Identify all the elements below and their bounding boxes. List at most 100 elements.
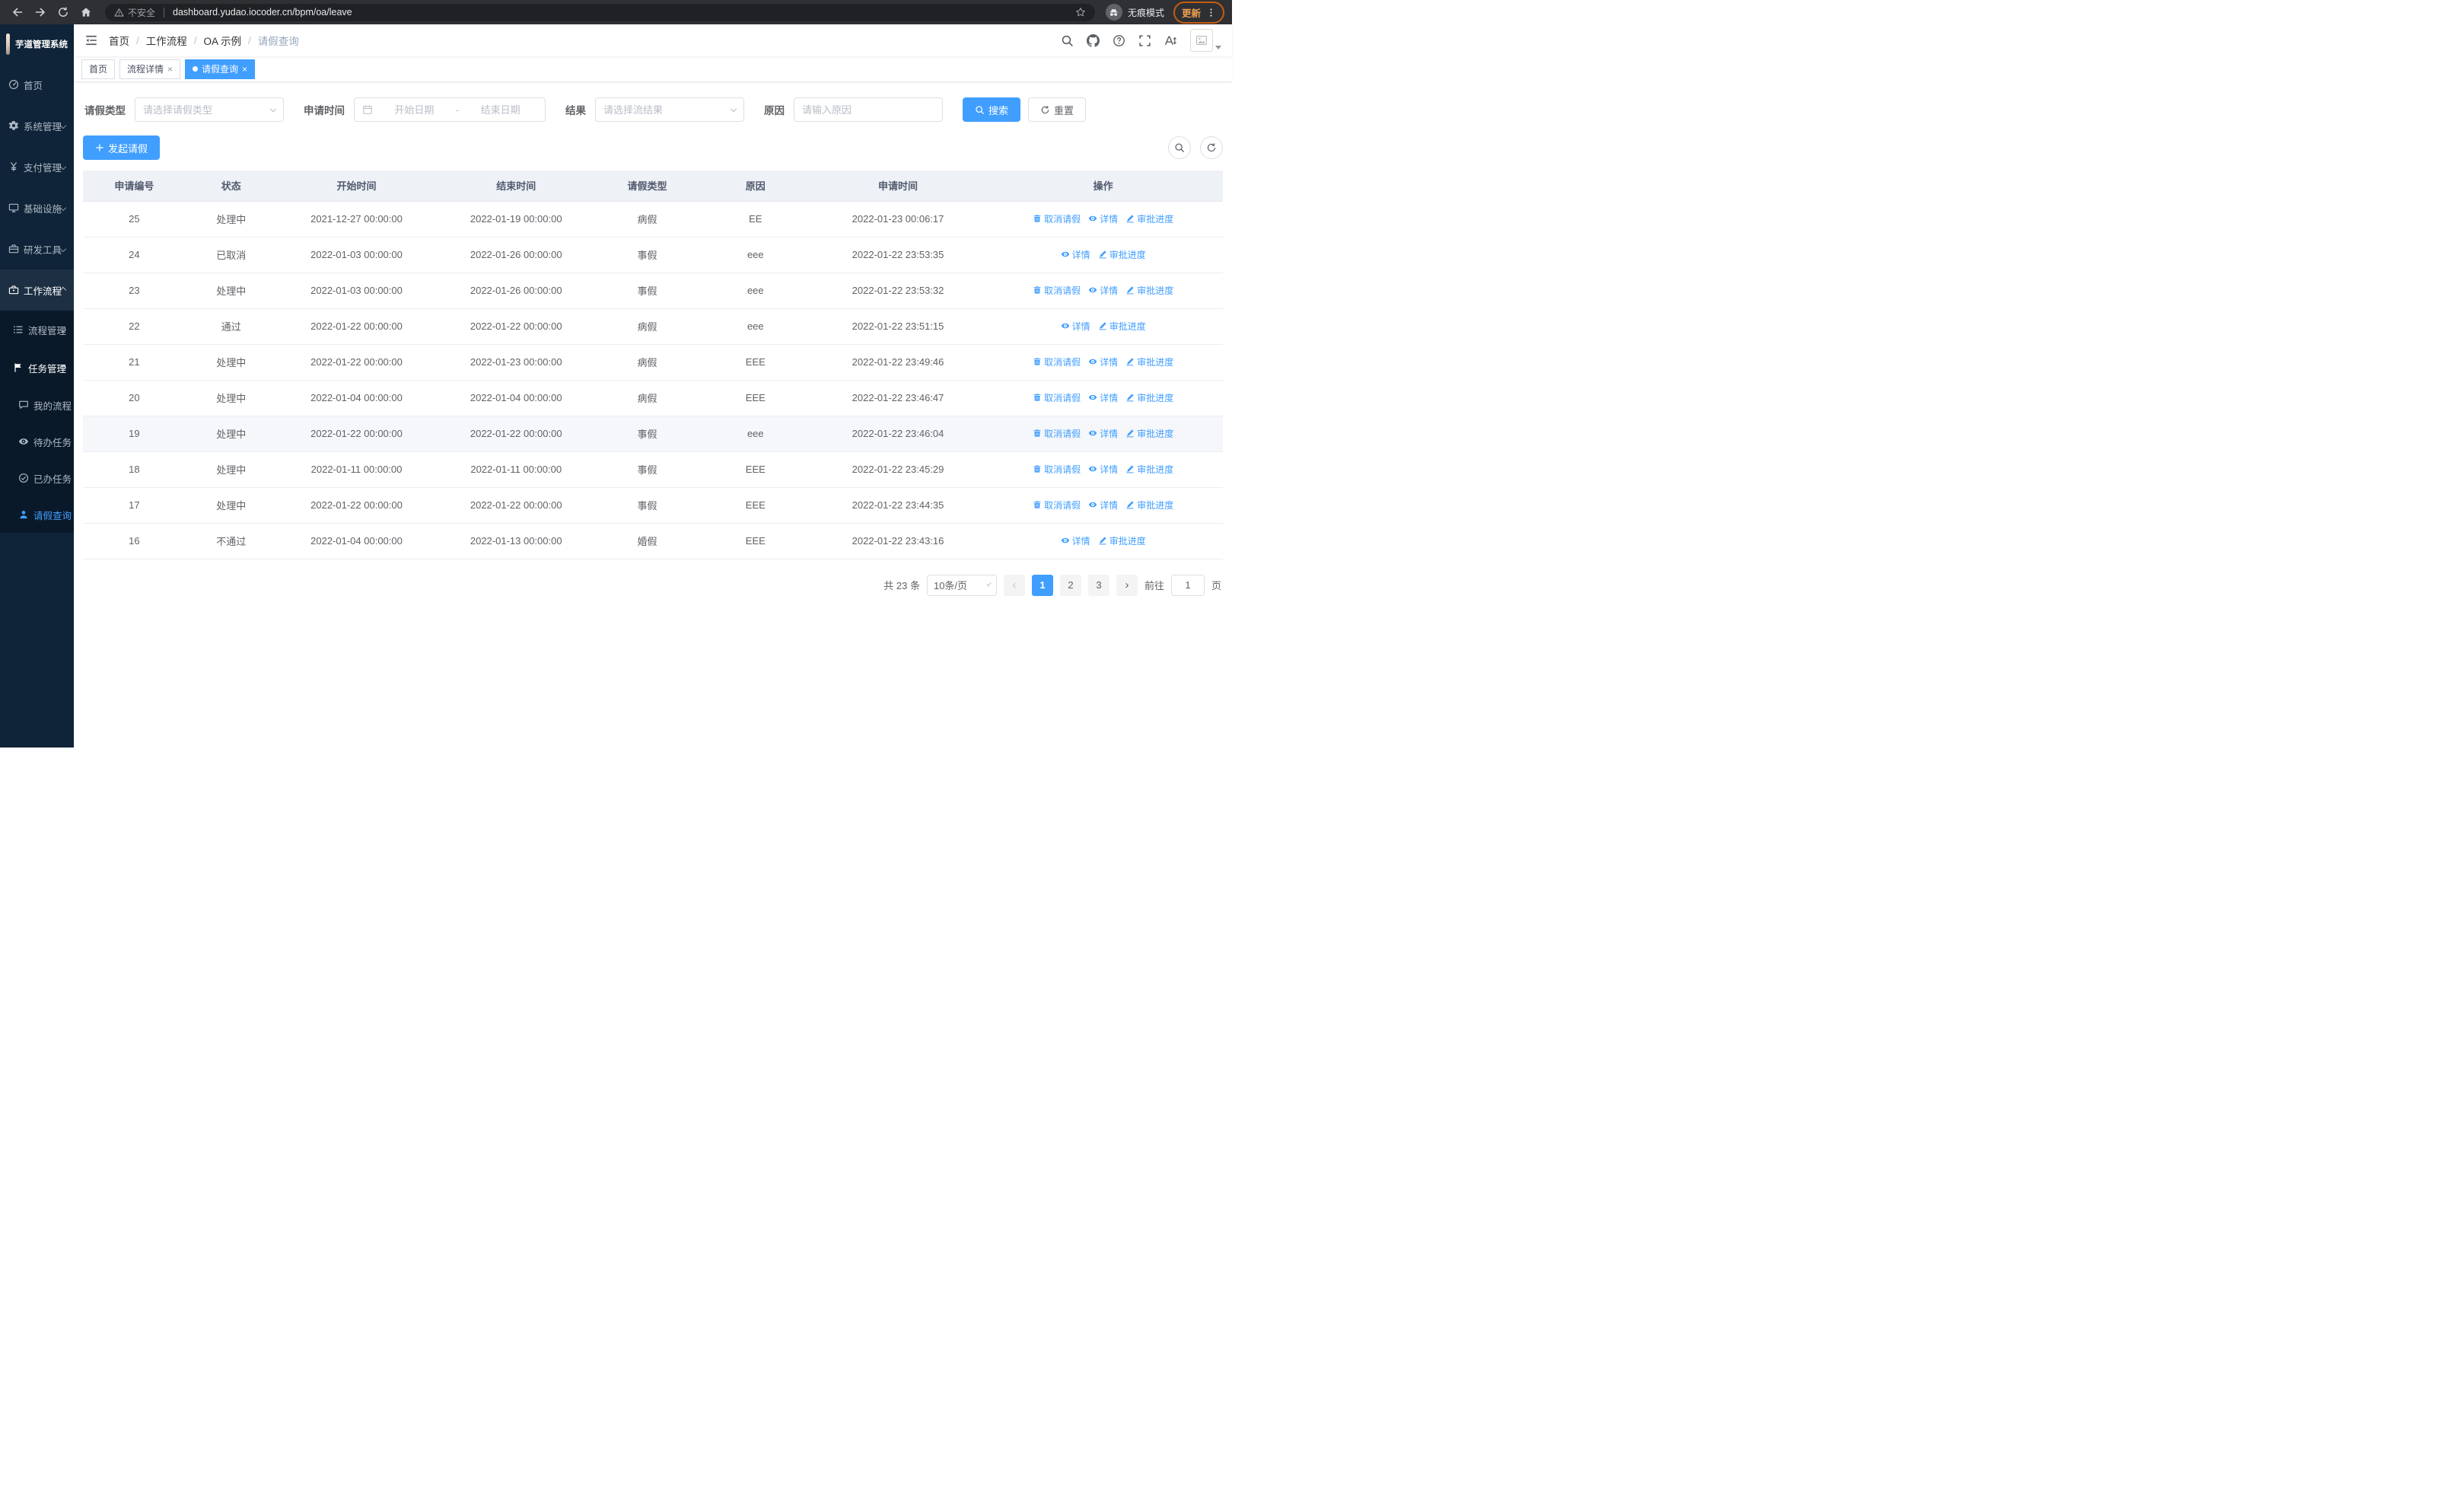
table-row[interactable]: 19 处理中 2022-01-22 00:00:00 2022-01-22 00:00… bbox=[83, 416, 1223, 452]
search-button[interactable]: 搜索 bbox=[963, 97, 1021, 122]
prev-page-button[interactable]: ‹ bbox=[1003, 574, 1025, 596]
table-row[interactable]: 23 处理中 2022-01-03 00:00:00 2022-01-26 00:00… bbox=[83, 273, 1223, 309]
goto-page-input[interactable] bbox=[1170, 574, 1205, 596]
action-detail-link[interactable]: 详情 bbox=[1061, 320, 1090, 333]
start-date-input[interactable] bbox=[377, 104, 451, 116]
action-progress-link[interactable]: 审批进度 bbox=[1098, 534, 1146, 547]
action-detail-link[interactable]: 详情 bbox=[1088, 499, 1118, 512]
page-size-value[interactable] bbox=[933, 579, 984, 591]
leave-type-select[interactable] bbox=[135, 97, 284, 122]
security-status[interactable]: 不安全 bbox=[114, 6, 155, 19]
action-detail-link[interactable]: 详情 bbox=[1088, 463, 1118, 476]
action-cancel-link[interactable]: 取消请假 bbox=[1033, 284, 1081, 297]
font-size-icon[interactable] bbox=[1164, 34, 1177, 47]
browser-reload-button[interactable] bbox=[53, 2, 73, 22]
toggle-search-button[interactable] bbox=[1168, 136, 1191, 159]
browser-update-menu[interactable]: 更新 bbox=[1173, 1, 1224, 24]
result-select[interactable] bbox=[595, 97, 744, 122]
fullscreen-icon[interactable] bbox=[1138, 34, 1151, 47]
close-icon[interactable] bbox=[167, 65, 173, 74]
sidebar-item-home[interactable]: 首页 bbox=[0, 64, 74, 105]
action-progress-link[interactable]: 审批进度 bbox=[1125, 391, 1173, 404]
table-row[interactable]: 16 不通过 2022-01-04 00:00:00 2022-01-13 00:00… bbox=[83, 523, 1223, 559]
action-progress-link[interactable]: 审批进度 bbox=[1125, 463, 1173, 476]
table-row[interactable]: 20 处理中 2022-01-04 00:00:00 2022-01-04 00:00… bbox=[83, 380, 1223, 416]
sidebar-item-todo-tasks[interactable]: 待办任务 bbox=[0, 423, 74, 460]
page-button-3[interactable]: 3 bbox=[1087, 574, 1109, 596]
page-button-2[interactable]: 2 bbox=[1059, 574, 1081, 596]
breadcrumb-home[interactable]: 首页 bbox=[109, 33, 129, 48]
user-menu[interactable] bbox=[1190, 29, 1221, 52]
action-cancel-link[interactable]: 取消请假 bbox=[1033, 391, 1081, 404]
avatar[interactable] bbox=[1190, 29, 1213, 52]
end-date-input[interactable] bbox=[463, 104, 537, 116]
sidebar-item-pay[interactable]: 支付管理 bbox=[0, 146, 74, 187]
page-size-select[interactable] bbox=[926, 574, 997, 596]
url-text[interactable]: dashboard.yudao.iocoder.cn/bpm/oa/leave bbox=[173, 7, 1071, 18]
sidebar-item-infra[interactable]: 基础设施 bbox=[0, 187, 74, 228]
reset-button[interactable]: 重置 bbox=[1028, 97, 1087, 122]
action-detail-link[interactable]: 详情 bbox=[1088, 284, 1118, 297]
tab-leave-query[interactable]: 请假查询 bbox=[185, 59, 256, 79]
action-detail-link[interactable]: 详情 bbox=[1061, 534, 1090, 547]
action-detail-link[interactable]: 详情 bbox=[1061, 248, 1090, 261]
tab-process-detail[interactable]: 流程详情 bbox=[119, 59, 181, 79]
next-page-button[interactable]: › bbox=[1116, 574, 1138, 596]
page-button-1[interactable]: 1 bbox=[1031, 574, 1053, 596]
apply-time-range-picker[interactable]: - bbox=[354, 97, 546, 122]
bookmark-star-icon[interactable] bbox=[1075, 7, 1086, 18]
action-detail-link[interactable]: 详情 bbox=[1088, 427, 1118, 440]
incognito-avatar[interactable] bbox=[1105, 4, 1122, 21]
sidebar-item-process-manage[interactable]: 流程管理 bbox=[0, 311, 74, 349]
action-detail-link[interactable]: 详情 bbox=[1088, 391, 1118, 404]
sidebar-item-done-tasks[interactable]: 已办任务 bbox=[0, 460, 74, 496]
sidebar-item-my-process[interactable]: 我的流程 bbox=[0, 387, 74, 423]
action-cancel-link[interactable]: 取消请假 bbox=[1033, 463, 1081, 476]
action-detail-link[interactable]: 详情 bbox=[1088, 355, 1118, 368]
action-cancel-link[interactable]: 取消请假 bbox=[1033, 427, 1081, 440]
app-logo[interactable]: 芋道管理系统 bbox=[0, 24, 74, 64]
sidebar-item-task-manage[interactable]: 任务管理 bbox=[0, 349, 74, 387]
github-icon[interactable] bbox=[1087, 33, 1100, 47]
reason-input[interactable] bbox=[802, 104, 934, 116]
action-progress-link[interactable]: 审批进度 bbox=[1125, 427, 1173, 440]
browser-back-button[interactable] bbox=[8, 2, 27, 22]
breadcrumb-workflow[interactable]: 工作流程 bbox=[146, 33, 187, 48]
action-progress-link[interactable]: 审批进度 bbox=[1125, 499, 1173, 512]
table-row[interactable]: 24 已取消 2022-01-03 00:00:00 2022-01-26 00:00… bbox=[83, 237, 1223, 273]
action-progress-link[interactable]: 审批进度 bbox=[1098, 248, 1146, 261]
header-search-icon[interactable] bbox=[1061, 34, 1074, 47]
sidebar-item-system[interactable]: 系统管理 bbox=[0, 105, 74, 146]
address-bar[interactable]: 不安全 dashboard.yudao.iocoder.cn/bpm/oa/le… bbox=[105, 3, 1095, 21]
browser-forward-button[interactable] bbox=[30, 2, 50, 22]
sidebar-item-workflow[interactable]: 工作流程 bbox=[0, 269, 74, 311]
table-row[interactable]: 17 处理中 2022-01-22 00:00:00 2022-01-22 00:00… bbox=[83, 487, 1223, 524]
result-select-input[interactable] bbox=[603, 104, 727, 116]
browser-home-button[interactable] bbox=[76, 2, 96, 22]
action-cancel-link[interactable]: 取消请假 bbox=[1033, 499, 1081, 512]
table-row[interactable]: 21 处理中 2022-01-22 00:00:00 2022-01-23 00:00… bbox=[83, 344, 1223, 381]
action-progress-link[interactable]: 审批进度 bbox=[1098, 320, 1146, 333]
breadcrumb-oa-example[interactable]: OA 示例 bbox=[204, 33, 242, 48]
tab-home[interactable]: 首页 bbox=[81, 59, 116, 79]
col-header-end: 结束时间 bbox=[436, 171, 597, 202]
sidebar-item-leave-query[interactable]: 请假查询 bbox=[0, 496, 74, 533]
cell-actions: 详情 审批进度 bbox=[983, 308, 1223, 345]
action-cancel-link[interactable]: 取消请假 bbox=[1033, 355, 1081, 368]
kebab-menu-icon[interactable] bbox=[1206, 8, 1216, 18]
sidebar-item-devtools[interactable]: 研发工具 bbox=[0, 228, 74, 269]
leave-type-select-input[interactable] bbox=[143, 104, 267, 116]
close-icon[interactable] bbox=[242, 65, 247, 74]
action-progress-link[interactable]: 审批进度 bbox=[1125, 284, 1173, 297]
refresh-table-button[interactable] bbox=[1200, 136, 1223, 159]
action-progress-link[interactable]: 审批进度 bbox=[1125, 355, 1173, 368]
table-row[interactable]: 22 通过 2022-01-22 00:00:00 2022-01-22 00:00:… bbox=[83, 308, 1223, 345]
help-icon[interactable] bbox=[1113, 34, 1125, 47]
sidebar-collapse-icon[interactable] bbox=[84, 33, 98, 47]
action-cancel-link[interactable]: 取消请假 bbox=[1033, 212, 1081, 225]
table-row[interactable]: 18 处理中 2022-01-11 00:00:00 2022-01-11 00:00… bbox=[83, 451, 1223, 488]
create-leave-button[interactable]: 发起请假 bbox=[83, 135, 161, 160]
action-detail-link[interactable]: 详情 bbox=[1088, 212, 1118, 225]
action-progress-link[interactable]: 审批进度 bbox=[1125, 212, 1173, 225]
table-row[interactable]: 25 处理中 2021-12-27 00:00:00 2022-01-19 00:00… bbox=[83, 201, 1223, 237]
